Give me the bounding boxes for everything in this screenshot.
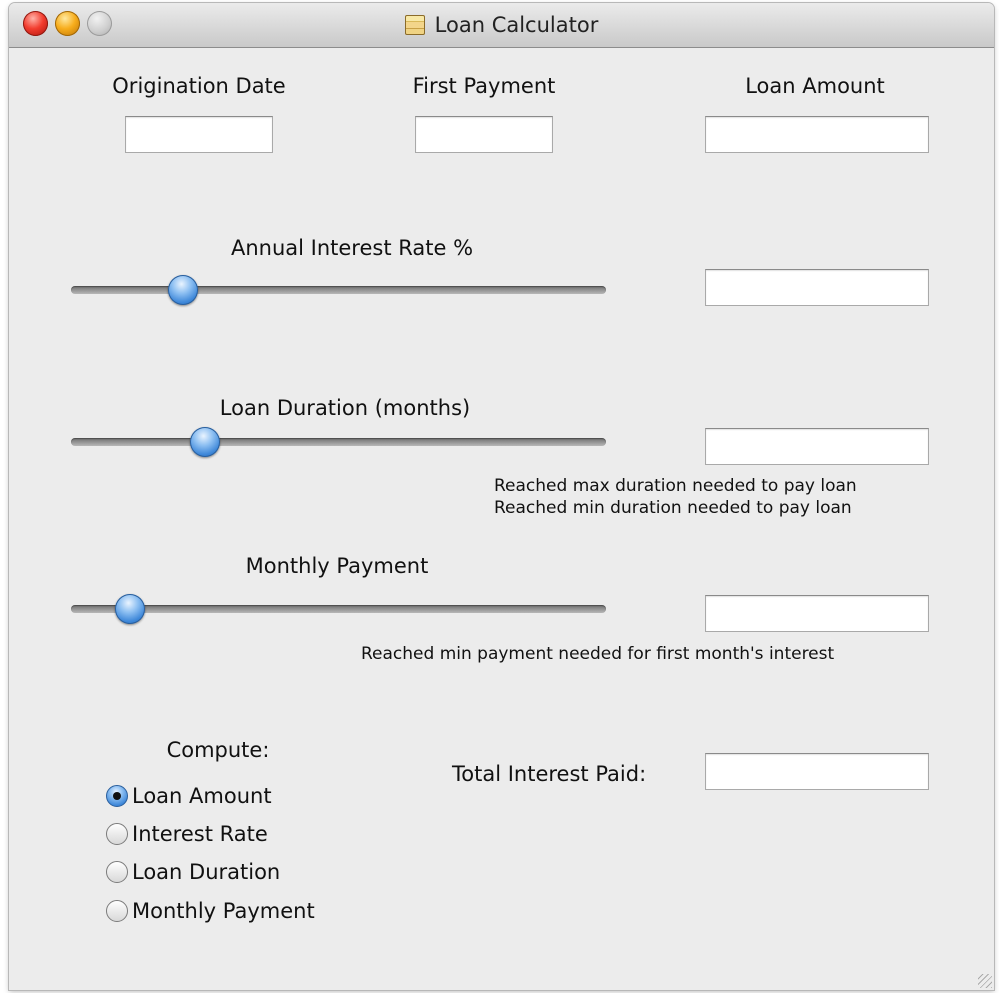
total-interest-label: Total Interest Paid: <box>452 762 647 786</box>
monthly-payment-slider-track[interactable] <box>71 605 606 613</box>
radio-button[interactable] <box>106 900 128 922</box>
loan-duration-slider-knob[interactable] <box>189 427 220 457</box>
monthly-payment-slider-knob[interactable] <box>114 594 145 624</box>
loan-amount-field[interactable] <box>705 116 929 153</box>
compute-label: Compute: <box>166 738 270 762</box>
loan-duration-label: Loan Duration (months) <box>219 396 471 420</box>
first-payment-field[interactable] <box>415 116 553 153</box>
total-interest-field[interactable] <box>705 753 929 790</box>
radio-button[interactable] <box>106 823 128 845</box>
max-duration-note: Reached max duration needed to pay loan <box>494 476 857 496</box>
title-group: Loan Calculator <box>9 3 994 47</box>
radio-button[interactable] <box>106 785 128 807</box>
monthly-payment-label: Monthly Payment <box>245 554 429 578</box>
radio-loan-amount[interactable]: Loan Amount <box>106 784 272 808</box>
first-payment-label: First Payment <box>412 74 556 98</box>
radio-interest-rate[interactable]: Interest Rate <box>106 822 268 846</box>
radio-monthly-payment[interactable]: Monthly Payment <box>106 899 315 923</box>
resize-grip-icon[interactable] <box>978 974 992 988</box>
interest-rate-slider-track[interactable] <box>71 286 606 294</box>
radio-button[interactable] <box>106 861 128 883</box>
document-icon <box>404 15 425 35</box>
loan-duration-slider-track[interactable] <box>71 438 606 446</box>
radio-loan-duration[interactable]: Loan Duration <box>106 860 280 884</box>
radio-label: Interest Rate <box>132 822 268 846</box>
radio-label: Monthly Payment <box>132 899 315 923</box>
monthly-payment-field[interactable] <box>705 595 929 632</box>
window-title: Loan Calculator <box>434 13 599 37</box>
origination-date-label: Origination Date <box>112 74 286 98</box>
radio-label: Loan Amount <box>132 784 272 808</box>
origination-date-field[interactable] <box>125 116 273 153</box>
interest-rate-label: Annual Interest Rate % <box>230 236 474 260</box>
radio-label: Loan Duration <box>132 860 281 884</box>
loan-amount-label: Loan Amount <box>745 74 885 98</box>
min-payment-note: Reached min payment needed for first mon… <box>361 644 835 664</box>
min-duration-note: Reached min duration needed to pay loan <box>494 498 852 518</box>
loan-calculator-window: Loan Calculator Origination Date First P… <box>9 3 994 990</box>
interest-rate-field[interactable] <box>705 269 929 306</box>
loan-duration-field[interactable] <box>705 428 929 465</box>
title-bar[interactable]: Loan Calculator <box>9 3 994 48</box>
interest-rate-slider-knob[interactable] <box>168 275 199 305</box>
